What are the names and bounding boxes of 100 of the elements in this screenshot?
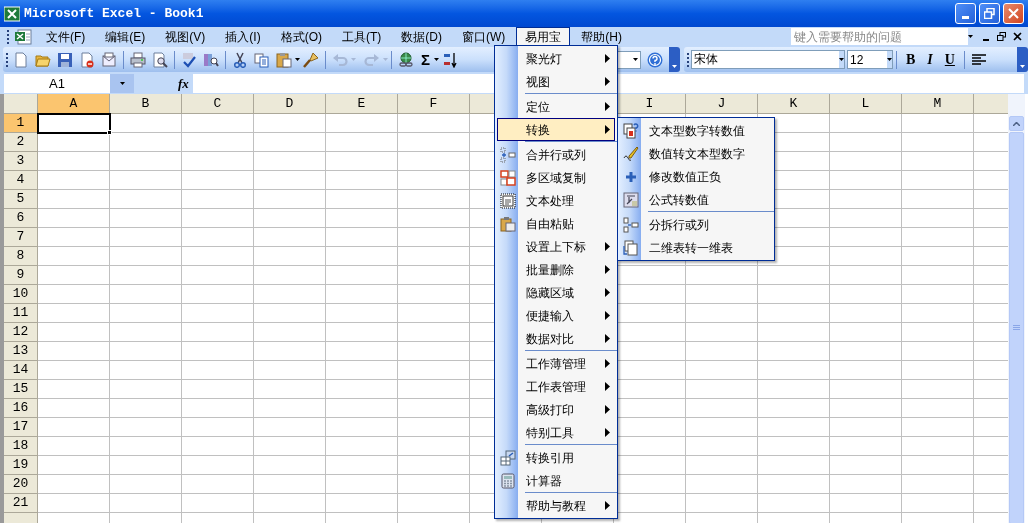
row-header[interactable]: 15 [4,380,38,399]
research-icon[interactable] [203,51,219,68]
help-search-field[interactable]: 键入需要帮助的问题 [791,28,968,45]
menu-item[interactable]: 二维表转一维表 [620,236,772,259]
toolbar-options-button[interactable] [669,47,680,72]
email-icon[interactable] [101,51,117,68]
new-document-icon[interactable] [13,51,29,68]
row-header[interactable]: 12 [4,323,38,342]
italic-button[interactable]: I [927,52,933,67]
toolbar-grip-icon[interactable] [686,51,689,68]
restore-button[interactable] [979,3,1000,24]
menu-item[interactable]: 数据(D) [392,27,451,46]
menu-item[interactable]: 格式(O) [271,27,331,46]
menu-item[interactable]: 工作表管理 [497,375,615,398]
help-icon[interactable] [647,51,663,68]
row-header[interactable]: 16 [4,399,38,418]
sum-button[interactable]: Σ [421,52,430,67]
toolbar-grip-icon[interactable] [5,51,8,68]
menu-item[interactable]: 视图 [497,70,615,93]
close-icon[interactable] [1013,32,1022,41]
row-header[interactable]: 20 [4,475,38,494]
minimize-button[interactable] [955,3,976,24]
row-header[interactable]: 4 [4,171,38,190]
menu-item[interactable]: 转换 [497,118,615,141]
menu-item[interactable]: 多区域复制 [497,166,615,189]
menu-item[interactable]: 自由粘贴 [497,212,615,235]
menu-item[interactable]: 编辑(E) [96,27,155,46]
menu-item[interactable]: 定位 [497,95,615,118]
row-header[interactable]: 5 [4,190,38,209]
active-cell[interactable] [37,113,111,134]
scroll-up-button[interactable] [1009,116,1024,131]
menu-item[interactable]: 便捷输入 [497,304,615,327]
menu-item[interactable]: 特别工具 [497,421,615,444]
column-header[interactable]: E [326,94,398,114]
row-header[interactable]: 10 [4,285,38,304]
menu-item[interactable]: 数据对比 [497,327,615,350]
menu-item[interactable]: 插入(I) [216,27,270,46]
vertical-scrollbar[interactable] [1008,94,1025,523]
paste-icon[interactable] [276,51,292,68]
close-button[interactable] [1003,3,1024,24]
paintbrush-icon[interactable] [303,51,319,68]
menu-item[interactable]: 工作薄管理 [497,352,615,375]
name-box[interactable]: A1 [4,74,110,93]
printer-icon[interactable] [130,51,146,68]
column-header[interactable]: A [38,94,110,114]
row-header[interactable]: 21 [4,494,38,513]
menu-item[interactable]: 计算器 [497,469,615,492]
menu-item[interactable]: 隐藏区域 [497,281,615,304]
underline-button[interactable]: U [944,52,955,67]
menu-item[interactable]: 高级打印 [497,398,615,421]
menu-item[interactable]: 帮助与教程 [497,494,615,517]
menu-item[interactable]: 合并行或列 [497,143,615,166]
column-header[interactable]: D [254,94,326,114]
align-left-icon[interactable] [971,53,986,66]
menu-item[interactable]: 分拆行或列 [620,213,772,236]
sort-icon[interactable] [442,51,458,68]
zoom-dropdown[interactable] [617,50,641,69]
row-header[interactable]: 1 [4,114,38,133]
column-header[interactable]: C [182,94,254,114]
row-header[interactable]: 18 [4,437,38,456]
globe-link-icon[interactable] [398,51,414,68]
row-header[interactable]: 13 [4,342,38,361]
menu-item[interactable]: 窗口(W) [453,27,515,46]
menu-item[interactable]: 聚光灯 [497,47,615,70]
menu-item[interactable]: 文件(F) [37,27,95,46]
menu-item[interactable]: 公式转数值 [620,188,772,211]
menu-item[interactable]: 工具(T) [333,27,391,46]
spelling-check-icon[interactable] [181,51,197,68]
row-header[interactable]: 19 [4,456,38,475]
row-header[interactable]: 8 [4,247,38,266]
row-header[interactable]: 6 [4,209,38,228]
menu-item[interactable]: 批量删除 [497,258,615,281]
scroll-thumb[interactable] [1009,132,1024,523]
row-header[interactable]: 14 [4,361,38,380]
scissors-icon[interactable] [232,51,248,68]
menu-item[interactable]: 文本处理 [497,189,615,212]
restore-icon[interactable] [997,32,1006,41]
menu-item[interactable]: 视图(V) [156,27,215,46]
workbook-icon[interactable] [15,28,33,45]
print-preview-icon[interactable] [152,51,168,68]
save-icon[interactable] [57,51,73,68]
row-header[interactable]: 17 [4,418,38,437]
insert-function-button[interactable]: fx [178,73,189,94]
column-header[interactable]: F [398,94,470,114]
row-header[interactable]: 3 [4,152,38,171]
bold-button[interactable]: B [906,52,916,67]
column-header[interactable]: J [686,94,758,114]
menu-item[interactable]: 转换引用 [497,446,615,469]
menu-item[interactable]: 设置上下标 [497,235,615,258]
caret-icon[interactable] [434,58,439,61]
column-header[interactable]: K [758,94,830,114]
menu-item[interactable]: 修改数值正负 [620,165,772,188]
row-header[interactable]: 11 [4,304,38,323]
column-header[interactable]: L [830,94,902,114]
fill-handle[interactable] [107,130,112,135]
menu-item[interactable]: 文本型数字转数值 [620,119,772,142]
toolbar-grip-icon[interactable] [6,28,9,45]
permission-icon[interactable] [79,51,95,68]
row-header[interactable]: 2 [4,133,38,152]
column-header[interactable]: B [110,94,182,114]
